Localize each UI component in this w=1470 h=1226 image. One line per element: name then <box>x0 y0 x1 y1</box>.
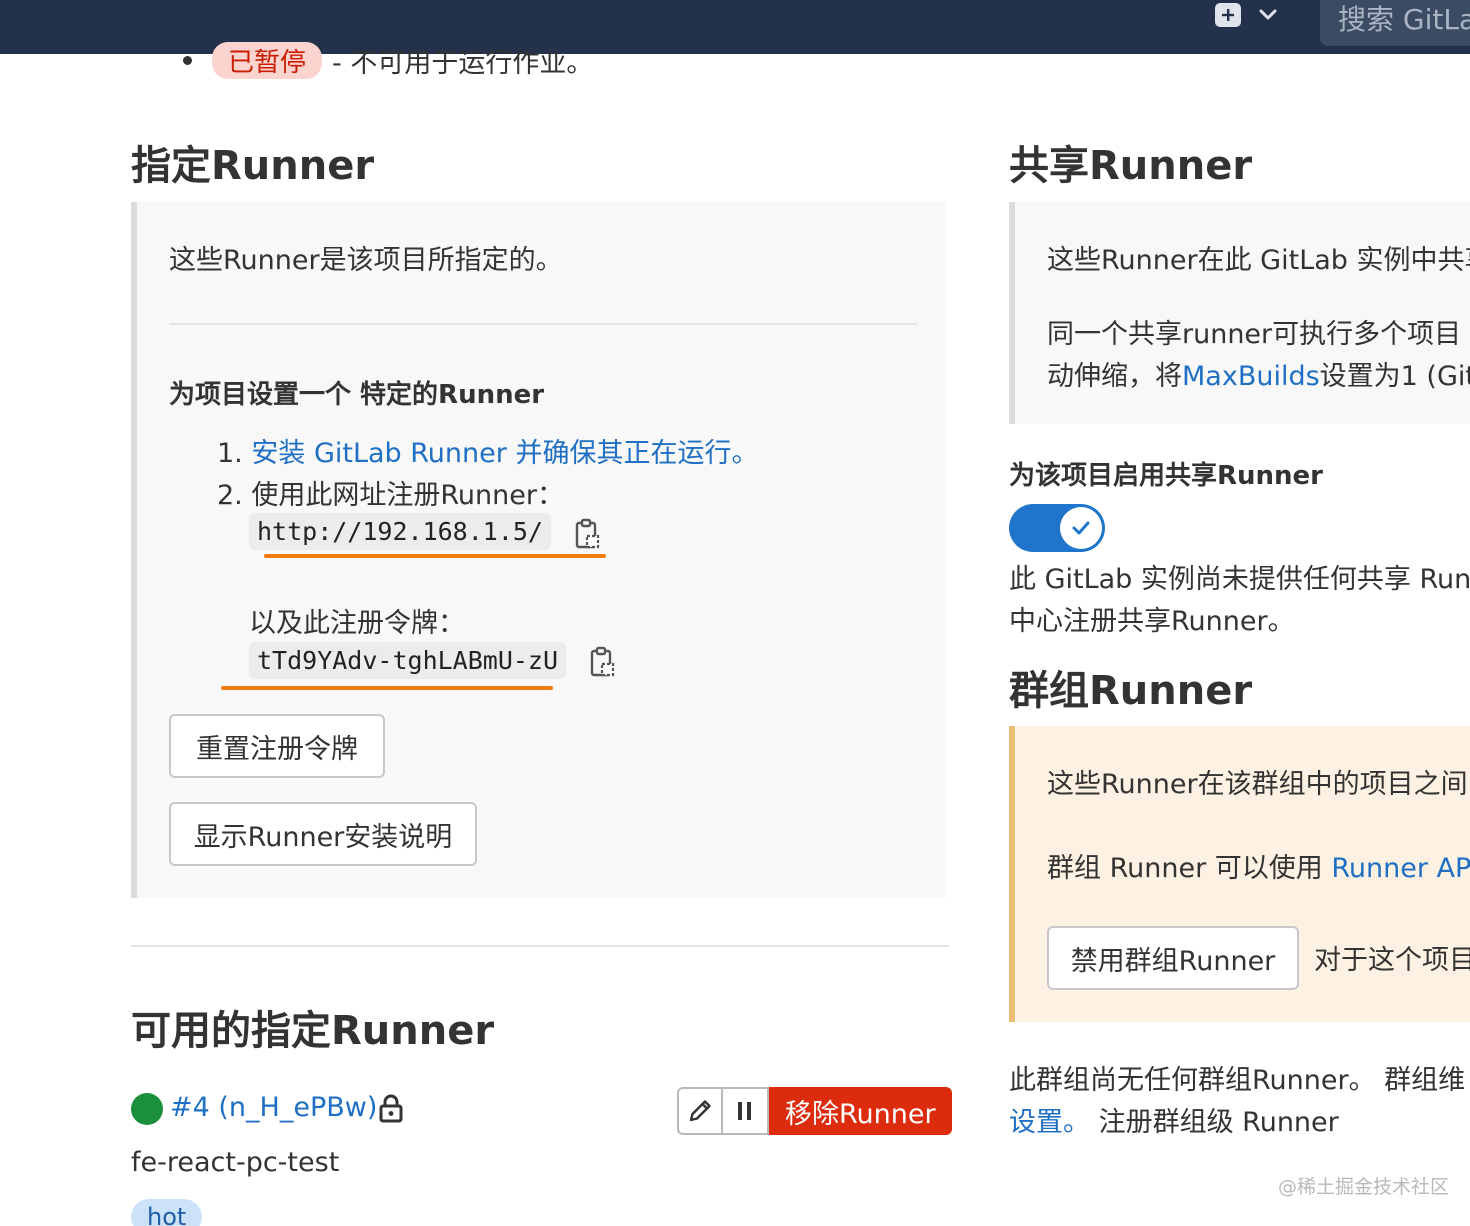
no-shared-runners-2: 中心注册共享Runner。 <box>1009 606 1295 637</box>
specific-runners-panel <box>131 202 946 898</box>
install-runner-link[interactable]: 安装 GitLab Runner 并确保其正在运行。 <box>251 438 758 469</box>
pause-runner-button[interactable] <box>723 1087 769 1135</box>
shared-desc-3-pre: 动伸缩，将 <box>1047 361 1182 392</box>
bullet-dot <box>183 55 192 65</box>
registration-url: http://192.168.1.5/ <box>249 513 551 550</box>
divider <box>169 323 917 325</box>
runner-description: fe-react-pc-test <box>131 1147 340 1178</box>
remove-runner-button[interactable]: 移除Runner <box>769 1087 952 1135</box>
reset-token-button[interactable]: 重置注册令牌 <box>169 714 385 778</box>
check-icon <box>1060 507 1102 549</box>
enable-shared-heading: 为该项目启用共享Runner <box>1009 461 1324 491</box>
registration-token: tTd9YAdv-tghLABmU-zU <box>249 642 567 679</box>
runner-tag: hot <box>131 1199 203 1226</box>
no-group-runners-2-post: 注册群组级 Runner <box>1090 1107 1339 1138</box>
lock-icon <box>377 1092 405 1124</box>
token-highlight-underline <box>221 686 553 690</box>
shared-desc-1: 这些Runner在此 GitLab 实例中共享 <box>1047 245 1470 276</box>
chevron-down-icon[interactable] <box>1256 2 1280 26</box>
shared-desc-3-post: 设置为1 (Git <box>1319 361 1470 392</box>
group-desc-1: 这些Runner在该群组中的项目之间 <box>1047 769 1468 800</box>
group-desc-2-pre: 群组 Runner 可以使用 <box>1047 853 1332 884</box>
maxbuilds-link[interactable]: MaxBuilds <box>1182 361 1320 392</box>
shared-runners-title: 共享Runner <box>1009 143 1253 189</box>
group-disable-note: 对于这个项目 <box>1314 945 1470 976</box>
shared-desc-2: 同一个共享runner可执行多个项目 <box>1047 319 1462 350</box>
shared-desc-3: 动伸缩，将MaxBuilds设置为1 (Git <box>1047 354 1470 393</box>
group-runners-title: 群组Runner <box>1009 668 1253 714</box>
specific-runners-title: 指定Runner <box>131 143 375 189</box>
pencil-icon <box>689 1100 711 1122</box>
runner-api-link[interactable]: Runner API <box>1331 853 1470 884</box>
paused-description: - 不可用于运行作业。 <box>332 47 594 79</box>
watermark: @稀土掘金技术社区 <box>1278 1176 1450 1198</box>
no-shared-runners-1: 此 GitLab 实例尚未提供任何共享 Run <box>1009 564 1470 595</box>
no-group-runners-2: 设置。 注册群组级 Runner <box>1009 1100 1339 1139</box>
step-2: 2. 使用此网址注册Runner： <box>217 480 564 511</box>
section-divider <box>131 945 949 947</box>
group-settings-link[interactable]: 设置。 <box>1009 1107 1090 1138</box>
group-desc-2: 群组 Runner 可以使用 Runner API <box>1047 846 1470 885</box>
token-label: 以及此注册令牌： <box>249 608 465 639</box>
no-group-runners-1: 此群组尚无任何群组Runner。 群组维 <box>1009 1065 1466 1096</box>
plus-square-icon[interactable] <box>1215 3 1241 27</box>
runner-link[interactable]: #4 (n_H_ePBw) <box>170 1092 377 1123</box>
show-install-instructions-button[interactable]: 显示Runner安装说明 <box>169 802 477 866</box>
pause-icon <box>738 1102 751 1120</box>
available-runners-title: 可用的指定Runner <box>131 1008 495 1054</box>
runner-status-online-icon <box>131 1093 163 1125</box>
url-highlight-underline <box>264 554 606 558</box>
step-1-number: 1. <box>217 438 243 469</box>
runner-actions: 移除Runner <box>677 1087 952 1135</box>
step-1: 1. 安装 GitLab Runner 并确保其正在运行。 <box>217 431 758 470</box>
setup-heading: 为项目设置一个 特定的Runner <box>169 380 545 410</box>
copy-url-icon[interactable] <box>574 518 600 550</box>
disable-group-runners-button[interactable]: 禁用群组Runner <box>1047 926 1299 990</box>
specific-intro: 这些Runner是该项目所指定的。 <box>169 245 563 276</box>
shared-runners-toggle[interactable] <box>1009 504 1105 552</box>
paused-badge: 已暂停 <box>212 41 323 79</box>
edit-runner-button[interactable] <box>677 1087 723 1135</box>
status-legend-item: 已暂停 - 不可用于运行作业。 <box>183 40 593 80</box>
copy-token-icon[interactable] <box>589 646 615 678</box>
search-input[interactable]: 搜索 GitLa <box>1320 0 1470 46</box>
